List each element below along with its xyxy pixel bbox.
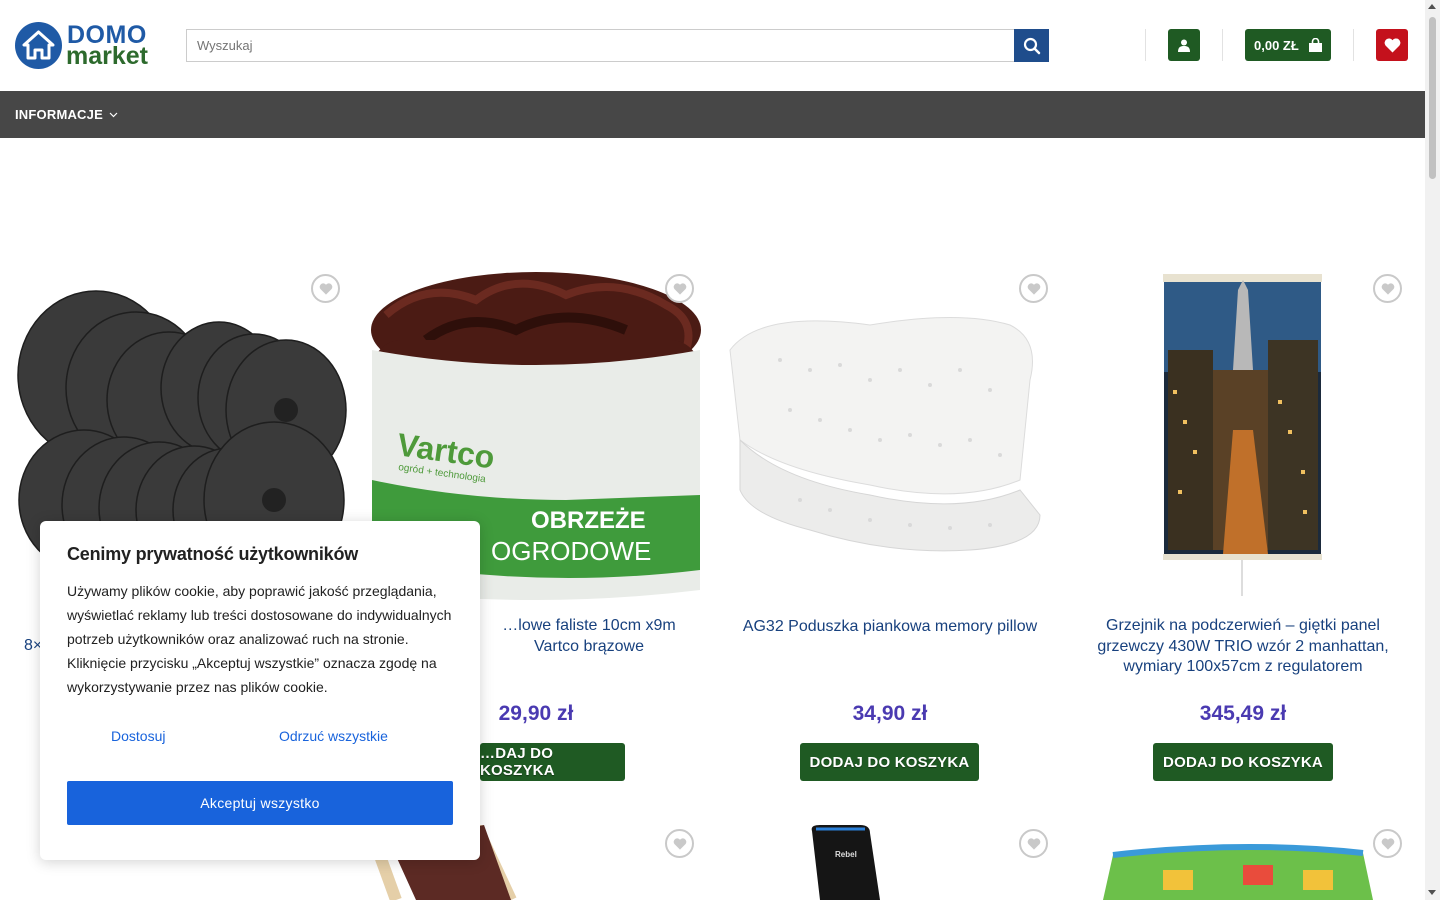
scroll-thumb[interactable]	[1429, 17, 1436, 179]
product-title[interactable]: …lowe faliste 10cm x9m Vartco brązowe	[480, 616, 698, 657]
product-title[interactable]: Grzejnik na podczerwień – giętki panel g…	[1073, 616, 1413, 678]
image-brand-text: Rebel	[835, 850, 857, 859]
heart-outline-icon	[1027, 282, 1040, 295]
user-icon	[1178, 39, 1190, 52]
cart-total: 0,00 ZŁ	[1254, 37, 1299, 53]
product-image-heater-panel[interactable]	[1073, 270, 1413, 610]
cookie-accept-button[interactable]: Akceptuj wszystko	[67, 781, 453, 825]
scroll-down-arrow[interactable]	[1428, 890, 1436, 895]
product-card: Rebel	[720, 825, 1060, 900]
image-label-text-2: OGRODOWE	[491, 536, 651, 566]
header-divider	[1222, 29, 1223, 61]
house-icon	[22, 30, 55, 60]
heart-outline-icon	[673, 837, 686, 850]
search-button[interactable]	[1014, 29, 1049, 62]
cookie-reject-button[interactable]: Odrzuć wszystkie	[279, 728, 388, 744]
header-divider	[1145, 29, 1146, 61]
wishlist-toggle[interactable]	[665, 829, 694, 858]
image-label-text-1: OBRZEŻE	[531, 507, 646, 534]
wishlist-toggle[interactable]	[1019, 829, 1048, 858]
product-card	[1073, 825, 1413, 900]
wishlist-toggle[interactable]	[1373, 274, 1402, 303]
wishlist-button[interactable]	[1376, 29, 1408, 61]
heart-outline-icon	[1381, 282, 1394, 295]
search-input[interactable]	[187, 30, 1017, 61]
search-icon	[1023, 37, 1040, 54]
heart-icon	[1384, 37, 1400, 52]
search-box	[186, 29, 1049, 62]
logo-text-market: market	[66, 42, 148, 70]
heart-outline-icon	[1027, 837, 1040, 850]
product-title[interactable]: AG32 Poduszka piankowa memory pillow	[720, 617, 1060, 638]
add-to-cart-button[interactable]: DODAJ DO KOSZYKA	[800, 743, 979, 781]
scroll-up-arrow[interactable]	[1428, 4, 1436, 9]
product-price: 34,90 zł	[852, 702, 928, 725]
product-price: 345,49 zł	[1199, 702, 1287, 725]
nav-item-informacje[interactable]: INFORMACJE	[15, 107, 118, 122]
add-to-cart-button[interactable]: DODAJ DO KOSZYKA	[1153, 743, 1333, 781]
add-to-cart-button[interactable]: …DAJ DO KOSZYKA	[480, 743, 625, 781]
nav-item-label: INFORMACJE	[15, 107, 103, 122]
cookie-consent-dialog: Cenimy prywatność użytkowników Używamy p…	[40, 521, 480, 860]
page-scrollbar[interactable]	[1425, 0, 1440, 900]
wishlist-toggle[interactable]	[1373, 829, 1402, 858]
site-logo[interactable]: DOMO market	[15, 21, 157, 70]
wishlist-toggle[interactable]	[1019, 274, 1048, 303]
wishlist-toggle[interactable]	[311, 274, 340, 303]
product-image-memory-pillow[interactable]	[720, 270, 1060, 610]
cookie-body: Używamy plików cookie, aby poprawić jako…	[67, 583, 452, 695]
cookie-customize-button[interactable]: Dostosuj	[111, 728, 165, 744]
chevron-down-icon	[109, 112, 118, 118]
header-divider	[1353, 29, 1354, 61]
account-button[interactable]	[1168, 29, 1200, 61]
main-nav: INFORMACJE	[0, 91, 1425, 138]
shopping-bag-icon	[1308, 37, 1322, 52]
heart-outline-icon	[673, 282, 686, 295]
cookie-title: Cenimy prywatność użytkowników	[67, 544, 359, 564]
wishlist-toggle[interactable]	[665, 274, 694, 303]
product-image-play-mat[interactable]	[1073, 825, 1413, 900]
heart-outline-icon	[319, 282, 332, 295]
product-image-exercise-bench[interactable]: Rebel	[720, 825, 1060, 900]
cart-button[interactable]: 0,00 ZŁ	[1245, 29, 1331, 61]
site-header: DOMO market 0,00 ZŁ	[0, 0, 1425, 91]
heart-outline-icon	[1381, 837, 1394, 850]
